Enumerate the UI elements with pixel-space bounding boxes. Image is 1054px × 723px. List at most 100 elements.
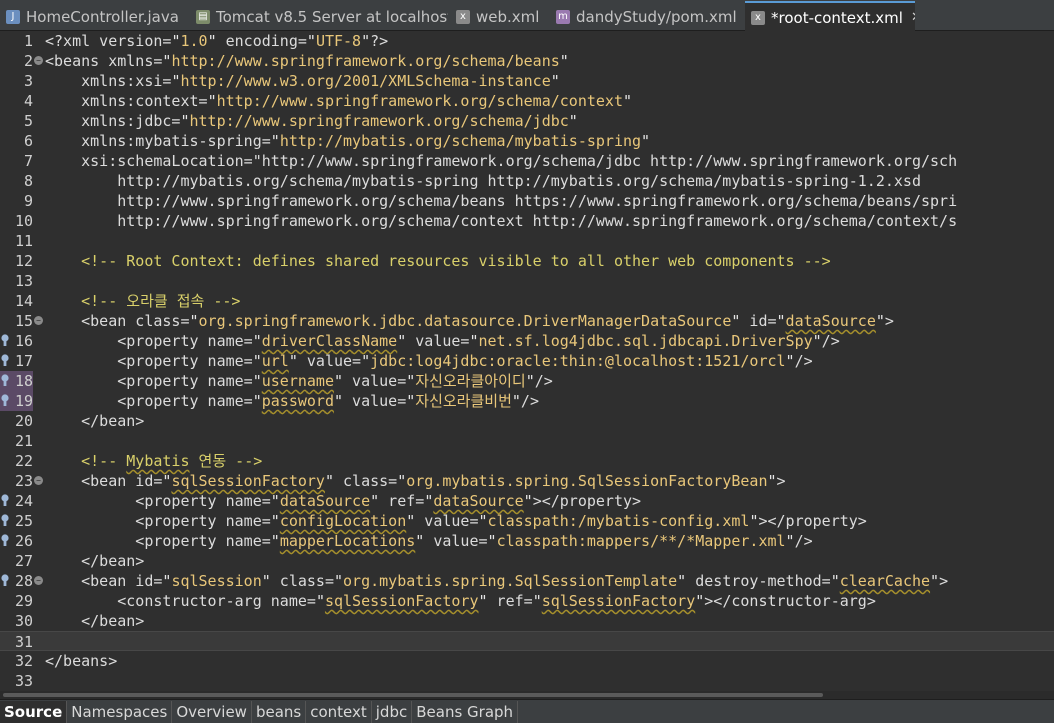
code-line[interactable]: 9 http://www.springframework.org/schema/… [0,191,1054,211]
code-line[interactable]: 23− <bean id="sqlSessionFactory" class="… [0,471,1054,491]
code-line[interactable]: 15− <bean class="org.springframework.jdb… [0,311,1054,331]
code-line[interactable]: 28− <bean id="sqlSession" class="org.myb… [0,571,1054,591]
line-number: 6 [23,132,33,150]
code-line[interactable]: 5 xmlns:jdbc="http://www.springframework… [0,111,1054,131]
line-number: 14 [14,292,33,310]
maven-pom-icon: m [556,9,570,24]
editor-tab[interactable]: x web.xml [450,3,548,30]
server-icon: ▤ [196,9,210,24]
code-line[interactable]: 19 <property name="password" value="자신오라… [0,391,1054,411]
code-line[interactable]: 11 [0,231,1054,251]
xml-source-editor[interactable]: 1 <?xml version="1.0" encoding="UTF-8"?> 2… [0,31,1054,691]
code-line[interactable]: 18 <property name="username" value="자신오라… [0,371,1054,391]
page-tab-beans[interactable]: beans [252,700,307,723]
hint-bulb-icon[interactable] [1,354,9,367]
fold-toggle-icon[interactable]: − [34,56,43,65]
page-tab-jdbc[interactable]: jdbc [372,700,413,723]
fold-toggle-icon[interactable]: − [34,576,43,585]
code-line[interactable]: 27 </bean> [0,551,1054,571]
code-line[interactable]: 30 </bean> [0,611,1054,631]
editor-tab[interactable]: ▤ Tomcat v8.5 Server at localhost [190,3,448,30]
hint-bulb-icon[interactable] [1,494,9,507]
horizontal-scrollbar[interactable] [0,691,1054,699]
page-tab-beans-graph[interactable]: Beans Graph [412,700,519,723]
editor-tab-label: HomeController.java [26,7,179,26]
code-text: <!-- Mybatis 연동 --> [81,452,263,470]
code-text: <property name="dataSource" ref="dataSou… [45,492,642,510]
line-number: 29 [14,592,33,610]
code-line[interactable]: 12 <!-- Root Context: defines shared res… [0,251,1054,271]
line-number: 3 [23,72,33,90]
page-tab-overview[interactable]: Overview [172,700,252,723]
fold-toggle-icon[interactable]: − [34,476,43,485]
code-line[interactable]: 20 </bean> [0,411,1054,431]
editor-tab-label: Tomcat v8.5 Server at localhost [216,7,448,26]
code-line[interactable]: 13 [0,271,1054,291]
code-line[interactable]: 22 <!-- Mybatis 연동 --> [0,451,1054,471]
hint-bulb-icon[interactable] [1,574,9,587]
code-text: <beans xmlns="http://www.springframework… [45,52,569,70]
page-tab-context[interactable]: context [306,700,372,723]
code-text: xmlns:jdbc="http://www.springframework.o… [45,112,578,130]
editor-tab[interactable]: x *root-context.xml ✕ [745,1,915,32]
code-text: <!-- Root Context: defines shared resour… [81,252,831,270]
line-number: 4 [23,92,33,110]
code-text: <property name="url" value="jdbc:log4jdb… [45,352,813,370]
code-text: http://mybatis.org/schema/mybatis-spring… [45,172,921,190]
hint-bulb-icon[interactable] [1,374,9,387]
editor-tab-label: *root-context.xml [771,8,903,27]
page-tab-source[interactable]: Source [0,700,68,723]
line-number: 12 [14,252,33,270]
code-line[interactable]: 31 [0,631,1054,651]
code-line[interactable]: 7 xsi:schemaLocation="http://www.springf… [0,151,1054,171]
code-text: <bean id="sqlSessionFactory" class="org.… [45,472,786,490]
code-line[interactable]: 32 </beans> [0,651,1054,671]
code-line[interactable]: 3 xmlns:xsi="http://www.w3.org/2001/XMLS… [0,71,1054,91]
code-line[interactable]: 2− <beans xmlns="http://www.springframewo… [0,51,1054,71]
code-line[interactable]: 24 <property name="dataSource" ref="data… [0,491,1054,511]
code-line[interactable]: 10 http://www.springframework.org/schema… [0,211,1054,231]
code-line[interactable]: 21 [0,431,1054,451]
code-line[interactable]: 16 <property name="driverClassName" valu… [0,331,1054,351]
line-number: 11 [14,232,33,250]
editor-tab[interactable]: m dandyStudy/pom.xml [550,3,743,30]
code-line[interactable]: 25 <property name="configLocation" value… [0,511,1054,531]
code-line[interactable]: 8 http://mybatis.org/schema/mybatis-spri… [0,171,1054,191]
hint-bulb-icon[interactable] [1,394,9,407]
editor-page-tabs: Source Namespaces Overview beans context jdbc… [0,699,1054,723]
code-line[interactable]: 17 <property name="url" value="jdbc:log4… [0,351,1054,371]
code-text: <constructor-arg name="sqlSessionFactory… [45,592,876,610]
code-text: </beans> [45,652,118,670]
code-line[interactable]: 1 <?xml version="1.0" encoding="UTF-8"?> [0,31,1054,51]
line-number: 32 [14,652,33,670]
line-number: 9 [23,192,33,210]
hint-bulb-icon[interactable] [1,334,9,347]
horizontal-scrollbar-thumb[interactable] [3,693,823,697]
line-number: 7 [23,152,33,170]
fold-toggle-icon[interactable]: − [34,316,43,325]
editor-tab-bar: J HomeController.java ▤ Tomcat v8.5 Server … [0,0,1054,32]
line-number: 22 [14,452,33,470]
line-number: 2 [23,52,33,70]
code-text: </bean> [45,552,145,570]
code-line[interactable]: 4 xmlns:context="http://www.springframew… [0,91,1054,111]
line-number: 15 [14,312,33,330]
page-tab-namespaces[interactable]: Namespaces [67,700,173,723]
close-tab-icon[interactable]: ✕ [911,10,915,25]
line-number: 33 [14,672,33,690]
code-line[interactable]: 26 <property name="mapperLocations" valu… [0,531,1054,551]
code-line[interactable]: 29 <constructor-arg name="sqlSessionFact… [0,591,1054,611]
code-text: <property name="driverClassName" value="… [45,332,840,350]
code-line[interactable]: 14 <!-- 오라클 접속 --> [0,291,1054,311]
editor-tab[interactable]: J HomeController.java [0,3,188,30]
code-line[interactable]: 33 [0,671,1054,691]
hint-bulb-icon[interactable] [1,514,9,527]
hint-bulb-icon[interactable] [1,534,9,547]
code-text: </bean> [45,612,145,630]
code-text: <property name="mapperLocations" value="… [45,532,813,550]
code-text: <property name="username" value="자신오라클아이… [45,372,553,390]
line-number: 23 [14,472,33,490]
code-text: <property name="password" value="자신오라클비번… [45,392,539,410]
code-line[interactable]: 6 xmlns:mybatis-spring="http://mybatis.o… [0,131,1054,151]
code-text: </bean> [45,412,145,430]
